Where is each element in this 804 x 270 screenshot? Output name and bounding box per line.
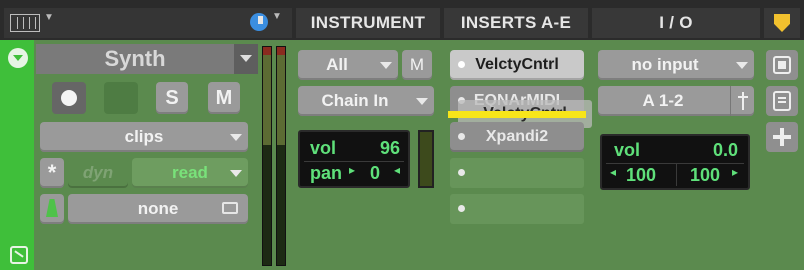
- track-name[interactable]: Synth: [36, 44, 258, 74]
- divider: [304, 161, 404, 162]
- insert-drop-indicator: [448, 111, 586, 118]
- output-vol-value: 0.0: [712, 140, 738, 160]
- instrument-pan-label: pan: [310, 163, 343, 183]
- chevron-down-icon: [230, 134, 242, 141]
- pan-arrow-right-icon: ▸: [732, 165, 739, 179]
- instrument-vol-value: 96: [379, 138, 400, 158]
- insert-slot-c[interactable]: Xpandi2: [450, 122, 584, 152]
- mixer-window-icon[interactable]: [10, 14, 40, 32]
- metronome-icon: [46, 199, 58, 217]
- asterisk-button[interactable]: *: [40, 158, 64, 188]
- chain-selector[interactable]: Chain In: [298, 86, 434, 116]
- group-selector[interactable]: none: [68, 194, 248, 224]
- chevron-down-icon: [416, 98, 428, 105]
- shield-icon: [774, 14, 790, 32]
- divider: [606, 163, 744, 164]
- output-vol-pan-display[interactable]: vol 0.0 ◂ 100 100 ▸: [600, 134, 750, 190]
- level-meter-left: [262, 46, 272, 266]
- insert-active-icon: [458, 61, 465, 68]
- collapse-icon[interactable]: [8, 48, 28, 68]
- insert-c-label: Xpandi2: [485, 128, 549, 145]
- inserts-header[interactable]: INSERTS A-E: [444, 8, 588, 38]
- input-label: no input: [631, 55, 699, 74]
- insert-slot-a[interactable]: VelctyCntrl: [450, 50, 584, 80]
- record-icon: [61, 90, 77, 106]
- chevron-down-icon: [230, 170, 242, 177]
- output-pan-left-value: 100: [626, 165, 657, 185]
- window-icon: [773, 56, 791, 74]
- solo-button[interactable]: S: [156, 82, 188, 114]
- output-label: A 1-2: [642, 91, 684, 110]
- pan-arrow-left-icon: ◂: [610, 165, 617, 179]
- instrument-vol-label: vol: [310, 138, 337, 158]
- chevron-down-icon[interactable]: ▼: [44, 12, 54, 23]
- output-vol-label: vol: [614, 140, 641, 160]
- output-path-icon: [730, 86, 754, 116]
- routing-icon[interactable]: [10, 246, 28, 264]
- instrument-pan-value: 0: [370, 163, 381, 183]
- level-meter-right: [276, 46, 286, 266]
- insert-empty-icon: [458, 169, 465, 176]
- mute-button[interactable]: M: [208, 82, 240, 114]
- input-selector[interactable]: no input: [598, 50, 754, 80]
- pan-arrow-left-icon: ◂: [394, 163, 401, 177]
- plus-icon: [773, 135, 791, 139]
- header-tools: ▼ ▼: [4, 8, 292, 38]
- record-enable-button[interactable]: [52, 82, 86, 114]
- playlist-label: clips: [124, 127, 164, 146]
- divider: [676, 164, 677, 186]
- clock-icon[interactable]: [250, 13, 268, 31]
- comments-icon: [773, 91, 791, 111]
- instrument-filter-selector[interactable]: All: [298, 50, 398, 80]
- chevron-down-icon: [380, 62, 392, 69]
- metronome-button[interactable]: [40, 194, 64, 224]
- add-button[interactable]: [766, 122, 798, 152]
- midi-mute-button[interactable]: M: [402, 50, 432, 80]
- chevron-down-icon[interactable]: ▼: [272, 11, 282, 22]
- chevron-down-icon: [736, 62, 748, 69]
- automation-mode-selector[interactable]: read: [132, 158, 248, 188]
- insert-active-icon: [458, 133, 465, 140]
- comments-button[interactable]: [766, 86, 798, 116]
- playlist-selector[interactable]: clips: [40, 122, 248, 152]
- output-window-button[interactable]: [766, 50, 798, 80]
- output-pan-right-value: 100: [690, 165, 721, 185]
- midi-activity-meter: [418, 130, 434, 188]
- dyn-button[interactable]: dyn: [68, 158, 128, 188]
- instrument-header[interactable]: INSTRUMENT: [296, 8, 440, 38]
- io-header[interactable]: I / O: [592, 8, 760, 38]
- insert-slot-d[interactable]: [450, 158, 584, 188]
- instrument-vol-pan-display[interactable]: vol 96 pan ▸ 0 ◂: [298, 130, 410, 188]
- automation-mode-label: read: [172, 163, 208, 182]
- track-name-menu-icon[interactable]: [234, 44, 258, 74]
- instrument-filter-label: All: [326, 55, 348, 74]
- insert-slot-e[interactable]: [450, 194, 584, 224]
- insert-a-label: VelctyCntrl: [475, 56, 559, 73]
- shield-button[interactable]: [764, 8, 800, 38]
- input-monitor-button[interactable]: [104, 82, 138, 114]
- group-window-icon: [222, 202, 238, 214]
- insert-empty-icon: [458, 205, 465, 212]
- output-selector[interactable]: A 1-2: [598, 86, 754, 116]
- group-label: none: [137, 199, 179, 218]
- track-color-strip[interactable]: [0, 40, 34, 270]
- pan-arrow-right-icon: ▸: [349, 163, 356, 177]
- chain-label: Chain In: [321, 91, 389, 110]
